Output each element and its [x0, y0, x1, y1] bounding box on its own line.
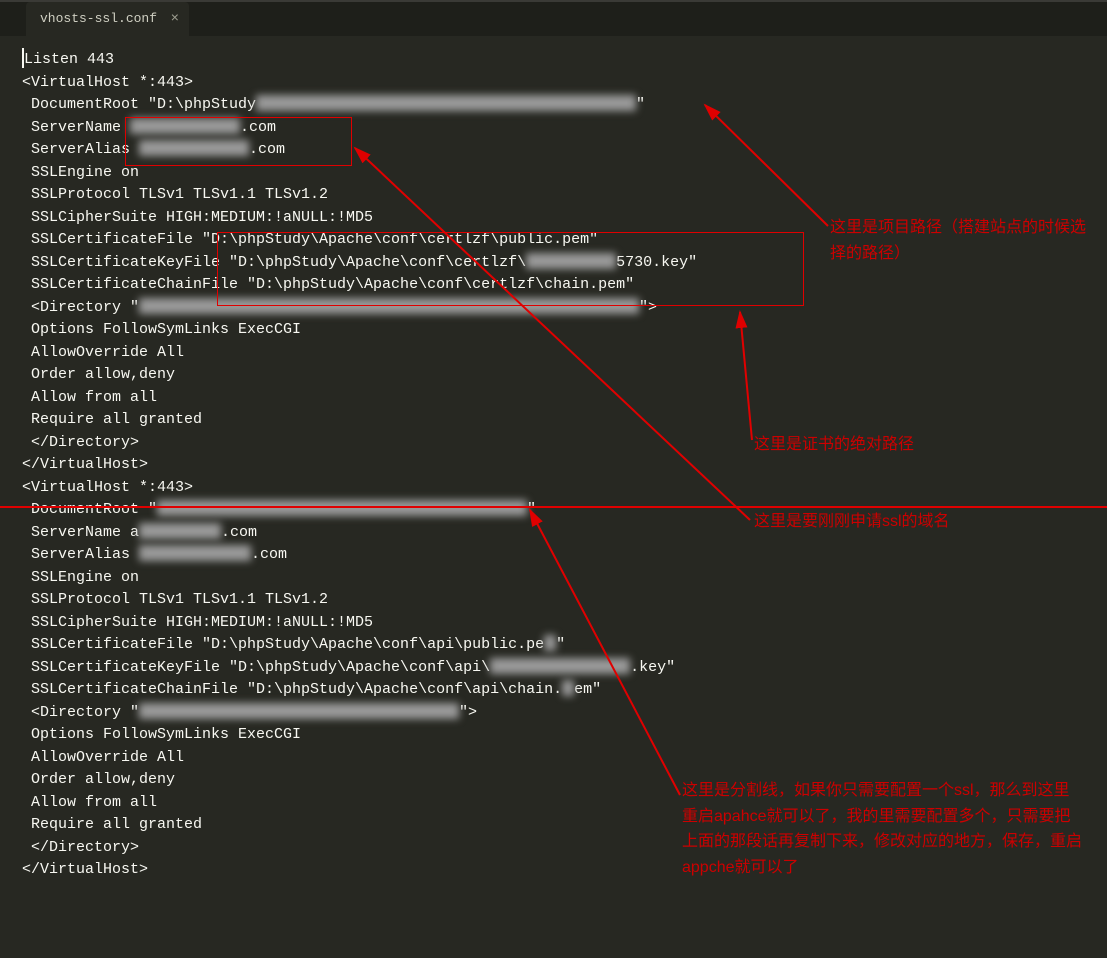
code-line: SSLProtocol TLSv1 TLSv1.1 TLSv1.2	[22, 184, 1107, 207]
annotation-separator: 这里是分割线，如果你只需要配置一个ssl，那么到这里重启apahce就可以了，我…	[682, 778, 1082, 880]
code-line: <Directory "">	[22, 297, 1107, 320]
code-line: ServerAlias .com	[22, 544, 1107, 567]
code-line: SSLCipherSuite HIGH:MEDIUM:!aNULL:!MD5	[22, 612, 1107, 635]
code-line: Options FollowSymLinks ExecCGI	[22, 724, 1107, 747]
redacted	[139, 545, 251, 561]
separator-line	[0, 506, 1107, 508]
code-line: </Directory>	[22, 432, 1107, 455]
code-line: ServerName .com	[22, 117, 1107, 140]
annotation-project-path: 这里是项目路径（搭建站点的时候选择的路径）	[830, 215, 1090, 266]
tab-filename: vhosts-ssl.conf	[40, 8, 157, 31]
redacted	[157, 500, 527, 516]
redacted	[256, 95, 636, 111]
redacted	[544, 635, 556, 651]
code-line: SSLEngine on	[22, 567, 1107, 590]
code-line: </VirtualHost>	[22, 454, 1107, 477]
code-line: SSLCertificateFile "D:\phpStudy\Apache\c…	[22, 634, 1107, 657]
editor-area[interactable]: Listen 443 <VirtualHost *:443> DocumentR…	[0, 36, 1107, 882]
close-icon[interactable]: ×	[171, 8, 179, 31]
code-line: <VirtualHost *:443>	[22, 477, 1107, 500]
code-line: <Directory "">	[22, 702, 1107, 725]
annotation-ssl-domain: 这里是要刚刚申请ssl的域名	[754, 509, 950, 535]
code-line: SSLProtocol TLSv1 TLSv1.1 TLSv1.2	[22, 589, 1107, 612]
code-line: Order allow,deny	[22, 364, 1107, 387]
code-line: SSLEngine on	[22, 162, 1107, 185]
tab-bar: vhosts-ssl.conf ×	[0, 0, 1107, 36]
redacted	[139, 298, 639, 314]
code-line: Require all granted	[22, 409, 1107, 432]
code-line: DocumentRoot "D:\phpStudy"	[22, 94, 1107, 117]
tab-file[interactable]: vhosts-ssl.conf ×	[26, 2, 189, 37]
code-line: Allow from all	[22, 387, 1107, 410]
annotation-cert-path: 这里是证书的绝对路径	[754, 432, 914, 458]
code-line: Listen 443	[22, 48, 1107, 72]
redacted	[490, 658, 630, 674]
code-line: AllowOverride All	[22, 747, 1107, 770]
code-line: SSLCertificateKeyFile "D:\phpStudy\Apach…	[22, 657, 1107, 680]
redacted	[130, 118, 240, 134]
redacted	[562, 680, 574, 696]
code-line: SSLCertificateChainFile "D:\phpStudy\Apa…	[22, 679, 1107, 702]
redacted	[526, 253, 616, 269]
redacted	[139, 523, 221, 539]
code-line: Options FollowSymLinks ExecCGI	[22, 319, 1107, 342]
code-line: SSLCertificateChainFile "D:\phpStudy\Apa…	[22, 274, 1107, 297]
redacted	[139, 140, 249, 156]
code-line: AllowOverride All	[22, 342, 1107, 365]
code-line: <VirtualHost *:443>	[22, 72, 1107, 95]
code-line: ServerAlias .com	[22, 139, 1107, 162]
redacted	[139, 703, 459, 719]
